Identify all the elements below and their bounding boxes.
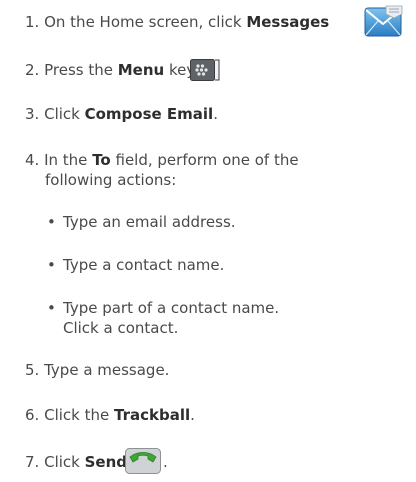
step-bold: Menu	[117, 61, 165, 79]
step-number: 1.	[25, 13, 40, 31]
step-4-line-2: following actions:	[45, 171, 177, 189]
bullet-item-2: • Type a contact name.	[47, 256, 225, 274]
step-text: On the Home screen, click	[44, 13, 247, 31]
bullet-text: Type a contact name.	[63, 256, 225, 274]
bullet-text: Type an email address.	[63, 213, 236, 231]
step-text: Press the	[44, 61, 118, 79]
bullet-item-1: • Type an email address.	[47, 213, 236, 231]
step-text: Click the	[44, 406, 114, 424]
step-5: 5. Type a message.	[25, 360, 169, 380]
step-number: 2.	[25, 61, 40, 79]
step-4: 4. In the To field, perform one of the	[25, 150, 299, 170]
step-text: Click	[44, 105, 85, 123]
step-text: .	[213, 105, 218, 123]
step-text: Click	[44, 453, 85, 471]
step-2: 2. Press the Menu key	[25, 60, 195, 80]
step-1: 1. On the Home screen, click Messages	[25, 12, 329, 32]
step-bold: Compose Email	[84, 105, 214, 123]
step-6: 6. Click the Trackball.	[25, 405, 195, 425]
step-bold: To	[92, 151, 111, 169]
envelope-icon	[364, 5, 403, 37]
step-bold: Send	[84, 453, 128, 471]
green-phone-send-icon	[125, 448, 161, 474]
step-bold: Messages	[246, 13, 330, 31]
step-number: 4.	[25, 151, 40, 169]
step-bold: Trackball	[114, 406, 191, 424]
step-number: 7.	[25, 453, 40, 471]
step-3: 3. Click Compose Email.	[25, 104, 218, 124]
step-number: 5.	[25, 361, 40, 379]
step-text: .	[190, 406, 195, 424]
step-7-period: .	[163, 453, 168, 471]
step-number: 6.	[25, 406, 40, 424]
bullet-text: Type part of a contact name.	[63, 299, 280, 317]
bullet-item-3: • Type part of a contact name.	[47, 299, 280, 317]
step-text: Type a message.	[44, 361, 170, 379]
step-7: 7. Click Send	[25, 452, 127, 472]
step-number: 3.	[25, 105, 40, 123]
bullet-item-3-line-2: Click a contact.	[63, 319, 179, 337]
step-text: In the	[44, 151, 93, 169]
blackberry-menu-key-icon	[190, 59, 220, 81]
step-text: field, perform one of the	[110, 151, 299, 169]
